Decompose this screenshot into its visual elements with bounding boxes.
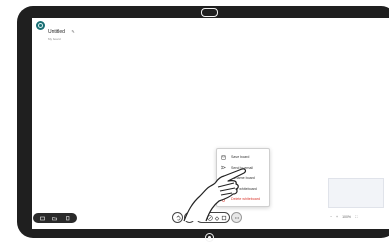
menu-item-label: Delete whiteboard [231, 197, 260, 202]
shape-tool-icon[interactable] [200, 215, 206, 221]
board-title: Untitled [48, 29, 65, 35]
drawing-toolbar [172, 212, 242, 223]
zoom-in-button[interactable]: + [336, 215, 338, 219]
pen-tool-icon[interactable] [206, 214, 213, 221]
board-title-area[interactable]: Untitled ✎ My board [36, 21, 75, 41]
minimap[interactable] [328, 178, 384, 208]
pages-icon[interactable] [65, 215, 70, 221]
left-toolbar [33, 213, 77, 223]
menu-item-label: Rename board [231, 176, 255, 181]
save-icon [221, 155, 226, 160]
send-icon [221, 165, 226, 170]
menu-item-label: Save board [231, 155, 250, 160]
fit-to-screen-icon[interactable]: ⛶ [355, 215, 357, 219]
zoom-level: 100% [342, 215, 352, 219]
camera-icon [201, 8, 218, 17]
zoom-controls: − + 100% ⛶ [330, 215, 358, 219]
board-options-menu: Save board Send to email Rename board Ne… [216, 148, 270, 207]
tool-selector[interactable] [196, 212, 230, 223]
board-avatar-icon [36, 21, 45, 30]
menu-item-new-whiteboard[interactable]: New whiteboard [217, 184, 269, 195]
zoom-out-button[interactable]: − [330, 215, 332, 219]
new-board-icon [221, 187, 226, 191]
menu-item-save-board[interactable]: Save board [217, 152, 269, 163]
more-options-button[interactable] [231, 212, 242, 223]
menu-item-delete-whiteboard[interactable]: Delete whiteboard [217, 194, 269, 205]
edit-title-icon[interactable]: ✎ [71, 29, 74, 34]
folder-icon[interactable] [52, 216, 58, 221]
menu-item-rename-board[interactable]: Rename board [217, 173, 269, 184]
layout-icon[interactable] [40, 216, 45, 221]
menu-item-send-email[interactable]: Send to email [217, 163, 269, 174]
sticky-note-icon[interactable] [221, 215, 227, 221]
whiteboard-canvas[interactable]: Untitled ✎ My board Save board Send to e… [32, 18, 389, 229]
pencil-icon [221, 176, 226, 181]
board-subtitle: My board [48, 37, 61, 41]
more-icon [234, 217, 239, 218]
trash-icon [222, 197, 225, 202]
eraser-tool-icon[interactable] [214, 215, 220, 221]
menu-item-label: New whiteboard [231, 186, 257, 191]
redo-button[interactable] [184, 212, 195, 223]
menu-item-label: Send to email [231, 165, 253, 170]
undo-button[interactable] [172, 212, 183, 223]
home-button[interactable] [205, 233, 214, 242]
